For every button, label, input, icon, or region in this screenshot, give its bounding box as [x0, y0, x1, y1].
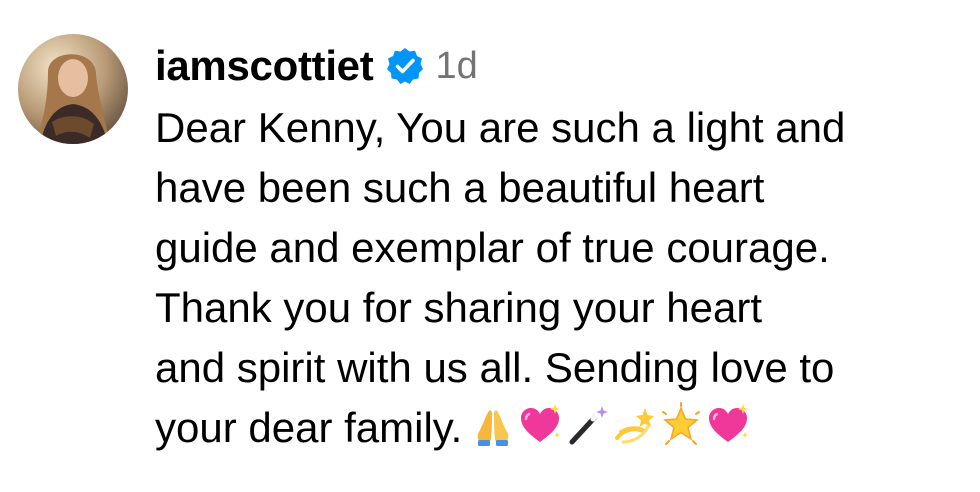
- dizzy-emoji-icon: [611, 402, 657, 448]
- sparkling-heart-emoji-icon: [517, 402, 563, 448]
- magic-wand-emoji-icon: [564, 402, 610, 448]
- verified-badge-icon: [385, 46, 425, 86]
- emoji-row: [470, 402, 752, 448]
- comment-last-line: your dear family.: [155, 398, 970, 458]
- sparkling-heart-emoji-2-icon: [705, 402, 751, 448]
- comment-text-line: Dear Kenny, You are such a light and: [155, 104, 846, 151]
- comment-text-line: and spirit with us all. Sending love to: [155, 344, 835, 391]
- comment-text-line: Thank you for sharing your heart: [155, 284, 762, 331]
- username[interactable]: iamscottiet: [155, 42, 374, 90]
- profile-photo-avatar-icon: [18, 34, 128, 144]
- timestamp[interactable]: 1d: [435, 45, 477, 88]
- user-avatar[interactable]: [18, 34, 128, 144]
- comment-text: Dear Kenny, You are such a light and hav…: [155, 98, 970, 458]
- comment-text-line: have been such a beautiful heart: [155, 164, 765, 211]
- comment: iamscottiet 1d Dear Kenny, You are such …: [0, 0, 980, 492]
- glowing-star-emoji-icon: [658, 402, 704, 448]
- folded-hands-emoji-icon: [470, 402, 516, 448]
- comment-text-line: your dear family.: [155, 404, 463, 451]
- comment-text-line: guide and exemplar of true courage.: [155, 224, 830, 271]
- comment-header: iamscottiet 1d: [155, 38, 478, 94]
